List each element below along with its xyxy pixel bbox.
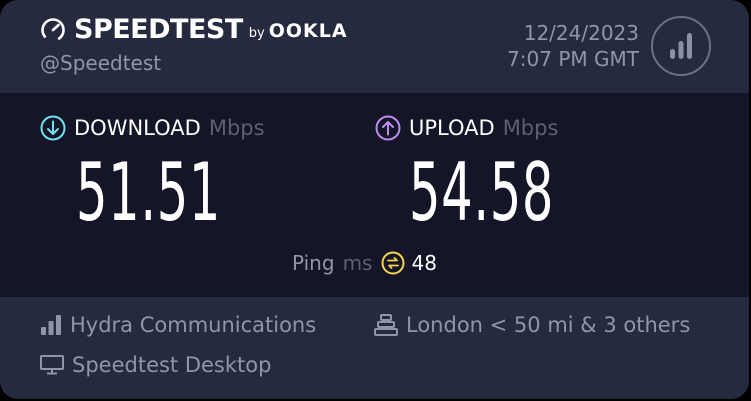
upload-metric: UPLOAD Mbps 54.58 xyxy=(375,115,643,233)
upload-value: 54.58 xyxy=(409,146,555,239)
metrics-panel: DOWNLOAD Mbps 51.51 UPLOAD Mbps 54.58 Pi… xyxy=(0,93,749,297)
test-time: 7:07 PM GMT xyxy=(507,47,639,71)
card-footer: Hydra Communications London < 50 mi & 3 … xyxy=(0,297,749,399)
download-unit: Mbps xyxy=(208,116,265,140)
signal-icon xyxy=(41,315,61,335)
app-name: Speedtest Desktop xyxy=(72,353,272,377)
app-info: Speedtest Desktop xyxy=(40,353,271,377)
ping-value: 48 xyxy=(411,251,437,275)
upload-label: UPLOAD xyxy=(409,116,495,140)
gauge-icon xyxy=(41,17,65,42)
upload-unit: Mbps xyxy=(502,116,559,140)
server-location: London < 50 mi & 3 others xyxy=(406,313,691,337)
bars-icon xyxy=(670,33,692,59)
results-button[interactable] xyxy=(651,16,711,76)
server-info[interactable]: London < 50 mi & 3 others xyxy=(374,313,690,337)
download-metric: DOWNLOAD Mbps 51.51 xyxy=(40,115,310,233)
test-date: 12/24/2023 xyxy=(523,21,639,45)
twitter-handle[interactable]: @Speedtest xyxy=(40,51,161,75)
arrow-up-circle-icon xyxy=(375,115,401,141)
test-datetime: 12/24/2023 7:07 PM GMT xyxy=(507,20,639,72)
brand-name: SPEEDTEST xyxy=(74,14,243,45)
ping-icon xyxy=(381,251,405,275)
download-value: 51.51 xyxy=(76,146,222,239)
brand-by: by xyxy=(248,25,265,41)
ping-metric: Ping ms 48 xyxy=(292,251,437,275)
brand-ookla: OOKLA xyxy=(268,20,348,42)
server-icon xyxy=(374,314,398,336)
ping-label: Ping xyxy=(292,251,335,275)
monitor-icon xyxy=(40,355,64,375)
isp-info: Hydra Communications xyxy=(40,313,316,337)
isp-name: Hydra Communications xyxy=(70,313,317,337)
speedtest-result-card: SPEEDTEST by OOKLA @Speedtest 12/24/2023… xyxy=(0,0,749,399)
speedtest-logo[interactable]: SPEEDTEST by OOKLA xyxy=(40,14,348,45)
card-header: SPEEDTEST by OOKLA @Speedtest 12/24/2023… xyxy=(0,0,749,93)
ping-unit: ms xyxy=(342,251,373,275)
arrow-down-circle-icon xyxy=(40,115,66,141)
download-label: DOWNLOAD xyxy=(74,116,201,140)
